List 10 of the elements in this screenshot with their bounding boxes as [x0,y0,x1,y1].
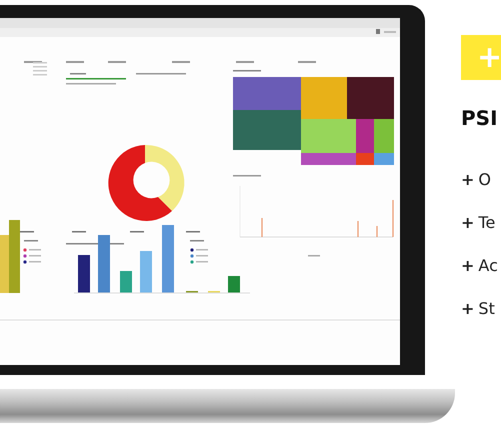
feature-text: O [478,169,491,191]
bullet-mark: + [461,212,474,234]
feature-text: Ac [478,255,498,277]
bullet-mark: + [461,169,474,191]
feature-text: St [478,298,495,320]
feature-text: Te [478,212,496,234]
section-heading: PSI [461,106,499,130]
bullet-mark: + [461,298,474,320]
bullet-mark: + [461,255,474,277]
plus-button[interactable]: + [461,35,501,80]
